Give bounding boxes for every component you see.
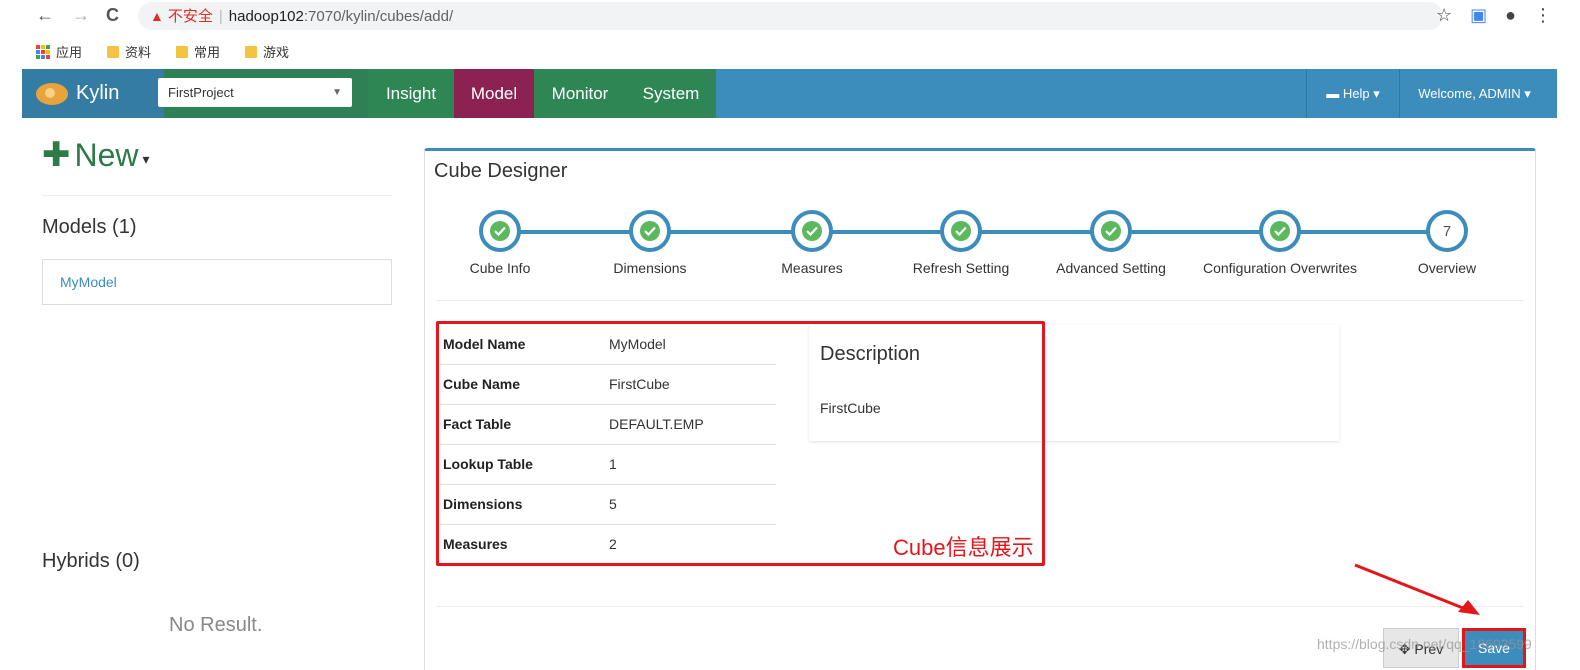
check-icon: [951, 221, 971, 241]
model-link[interactable]: MyModel: [60, 274, 117, 290]
address-separator: |: [218, 8, 223, 25]
brand[interactable]: Kylin: [22, 69, 164, 118]
sidebar-divider: [42, 195, 392, 196]
caret-down-icon: ▾: [1524, 86, 1531, 101]
annotation-arrow: [1354, 563, 1480, 615]
tab-system[interactable]: System: [626, 69, 716, 118]
bookmark-label: 应用: [56, 45, 83, 60]
plus-icon: ✚: [42, 136, 71, 174]
bookmark-label: 常用: [194, 45, 221, 60]
model-list: MyModel: [42, 259, 392, 305]
bookmark-folder[interactable]: 资料: [107, 42, 151, 61]
tab-insight[interactable]: Insight: [368, 69, 454, 118]
project-value: FirstProject: [168, 85, 234, 100]
brand-name: Kylin: [76, 82, 120, 104]
account-icon[interactable]: ●: [1505, 5, 1534, 25]
new-label: New: [74, 136, 139, 173]
star-icon[interactable]: ☆: [1436, 5, 1470, 25]
check-icon: [802, 221, 822, 241]
step-number: 7: [1442, 222, 1452, 240]
url-host: hadoop102: [228, 8, 304, 25]
check-icon: [640, 221, 660, 241]
folder-icon: [245, 45, 257, 58]
watermark: https://blog.csdn.net/qq_18603599: [1317, 636, 1532, 652]
chevron-down-icon: ▼: [332, 87, 342, 98]
step-7-label[interactable]: Overview: [1347, 260, 1547, 276]
help-label: Help: [1342, 86, 1370, 101]
step-5-circle[interactable]: [1090, 210, 1132, 252]
step-6-circle[interactable]: [1259, 210, 1301, 252]
bookmarks-bar: 应用 资料 常用 游戏: [0, 36, 1580, 64]
folder-icon: [107, 45, 119, 58]
new-button[interactable]: ✚ New ▾: [42, 135, 150, 175]
warning-icon: ▲: [150, 8, 164, 24]
steps-divider: [436, 300, 1524, 301]
bookmark-label: 游戏: [263, 45, 290, 60]
bookmark-apps[interactable]: 应用: [36, 42, 82, 61]
back-button[interactable]: ←: [36, 5, 54, 26]
bookmark-folder[interactable]: 游戏: [245, 42, 289, 61]
annotation-label: Cube信息展示: [893, 535, 1034, 560]
step-3-circle[interactable]: [791, 210, 833, 252]
welcome-label: Welcome, ADMIN: [1418, 86, 1521, 101]
browser-toolbar: ← → C ▲ 不安全 | hadoop102:7070/kylin/cubes/ad…: [0, 0, 1580, 33]
url-path: :7070/kylin/cubes/add/: [303, 8, 454, 25]
kylin-logo-icon: [36, 82, 68, 105]
step-2-circle[interactable]: [629, 210, 671, 252]
bookmark-label: 资料: [125, 45, 152, 60]
caret-down-icon: ▾: [142, 150, 150, 167]
check-icon: [1270, 221, 1290, 241]
book-icon: ▬: [1326, 86, 1340, 101]
user-menu[interactable]: Welcome, ADMIN ▾: [1399, 69, 1549, 118]
insecure-label: 不安全: [167, 8, 213, 25]
apps-icon: [36, 44, 50, 59]
folder-icon: [176, 45, 188, 58]
browser-actions: ☆▣●⋮: [1436, 5, 1570, 26]
step-4-circle[interactable]: [940, 210, 982, 252]
tab-monitor[interactable]: Monitor: [534, 69, 626, 118]
bookmark-folder[interactable]: 常用: [176, 42, 220, 61]
hybrids-title: Hybrids (0): [42, 550, 140, 572]
designer-title: Cube Designer: [434, 160, 568, 182]
check-icon: [1101, 221, 1121, 241]
check-icon: [490, 221, 510, 241]
no-result-text: No Result.: [169, 614, 263, 636]
step-1-circle[interactable]: [479, 210, 521, 252]
menu-icon[interactable]: ⋮: [1534, 5, 1570, 25]
models-title: Models (1): [42, 216, 137, 238]
tab-model[interactable]: Model: [454, 69, 534, 118]
help-menu[interactable]: ▬ Help ▾: [1306, 69, 1399, 118]
address-bar[interactable]: ▲ 不安全 | hadoop102:7070/kylin/cubes/add/: [138, 2, 1443, 30]
reload-button[interactable]: C: [106, 5, 119, 26]
step-7-circle[interactable]: 7: [1426, 210, 1468, 252]
project-select[interactable]: FirstProject ▼: [158, 78, 352, 107]
forward-button[interactable]: →: [72, 5, 90, 26]
translate-icon[interactable]: ▣: [1470, 5, 1505, 25]
caret-down-icon: ▾: [1373, 86, 1380, 101]
